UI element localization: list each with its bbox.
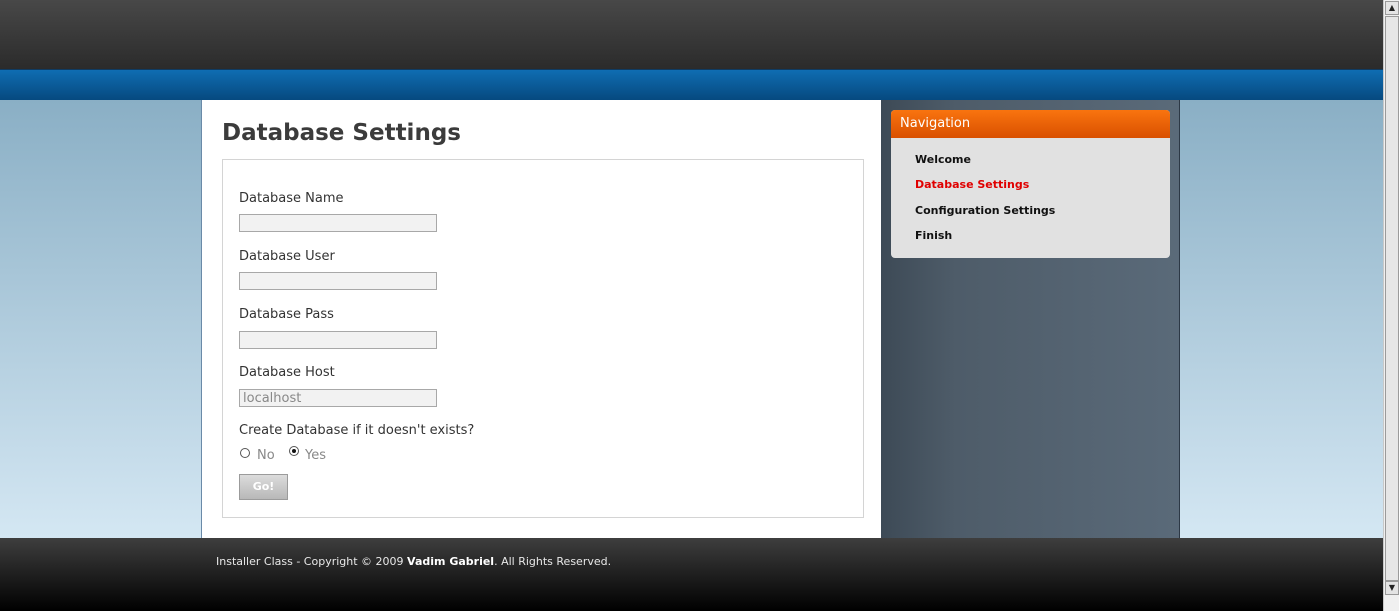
nav-item-configuration-settings[interactable]: Configuration Settings <box>915 204 1055 217</box>
footer-copyright-prefix: Installer Class - Copyright © 2009 <box>216 555 408 568</box>
footer: Installer Class - Copyright © 2009 Vadim… <box>0 538 1383 611</box>
footer-copyright-suffix: . All Rights Reserved. <box>494 555 612 568</box>
vertical-scrollbar[interactable]: ▲ ▼ <box>1383 0 1399 611</box>
nav-item-finish[interactable]: Finish <box>915 229 952 242</box>
scroll-thumb[interactable] <box>1385 16 1399 581</box>
nav-item-welcome[interactable]: Welcome <box>915 153 971 166</box>
header-bar <box>0 0 1383 70</box>
navigation-header: Navigation <box>891 110 1170 138</box>
database-user-input[interactable] <box>239 272 437 290</box>
main-content: Database Settings Database Name Database… <box>201 100 882 538</box>
create-db-yes-radio[interactable] <box>289 446 299 456</box>
create-database-label: Create Database if it doesn't exists? <box>239 423 475 438</box>
page-title: Database Settings <box>222 120 461 146</box>
footer-author: Vadim Gabriel <box>407 555 495 568</box>
database-settings-form: Database Name Database User Database Pas… <box>222 159 864 518</box>
database-name-input[interactable] <box>239 214 437 232</box>
sidebar: Navigation Welcome Database Settings Con… <box>881 100 1180 538</box>
go-button[interactable]: Go! <box>239 474 288 500</box>
scroll-up-arrow-icon[interactable]: ▲ <box>1385 1 1399 15</box>
database-user-label: Database User <box>239 249 335 264</box>
header-blue-strip <box>0 70 1383 100</box>
scroll-down-arrow-icon[interactable]: ▼ <box>1385 581 1399 595</box>
database-name-label: Database Name <box>239 191 344 206</box>
browser-viewport: Database Settings Database Name Database… <box>0 0 1383 611</box>
nav-item-database-settings[interactable]: Database Settings <box>915 178 1029 191</box>
footer-copyright: Installer Class - Copyright © 2009 Vadim… <box>216 555 611 568</box>
navigation-panel: Navigation Welcome Database Settings Con… <box>891 110 1170 258</box>
create-db-yes-label: Yes <box>305 448 326 463</box>
database-pass-input[interactable] <box>239 331 437 349</box>
create-db-no-label: No <box>257 448 275 463</box>
database-pass-label: Database Pass <box>239 307 334 322</box>
database-host-input[interactable] <box>239 389 437 407</box>
create-db-no-radio[interactable] <box>240 448 250 458</box>
database-host-label: Database Host <box>239 365 335 380</box>
